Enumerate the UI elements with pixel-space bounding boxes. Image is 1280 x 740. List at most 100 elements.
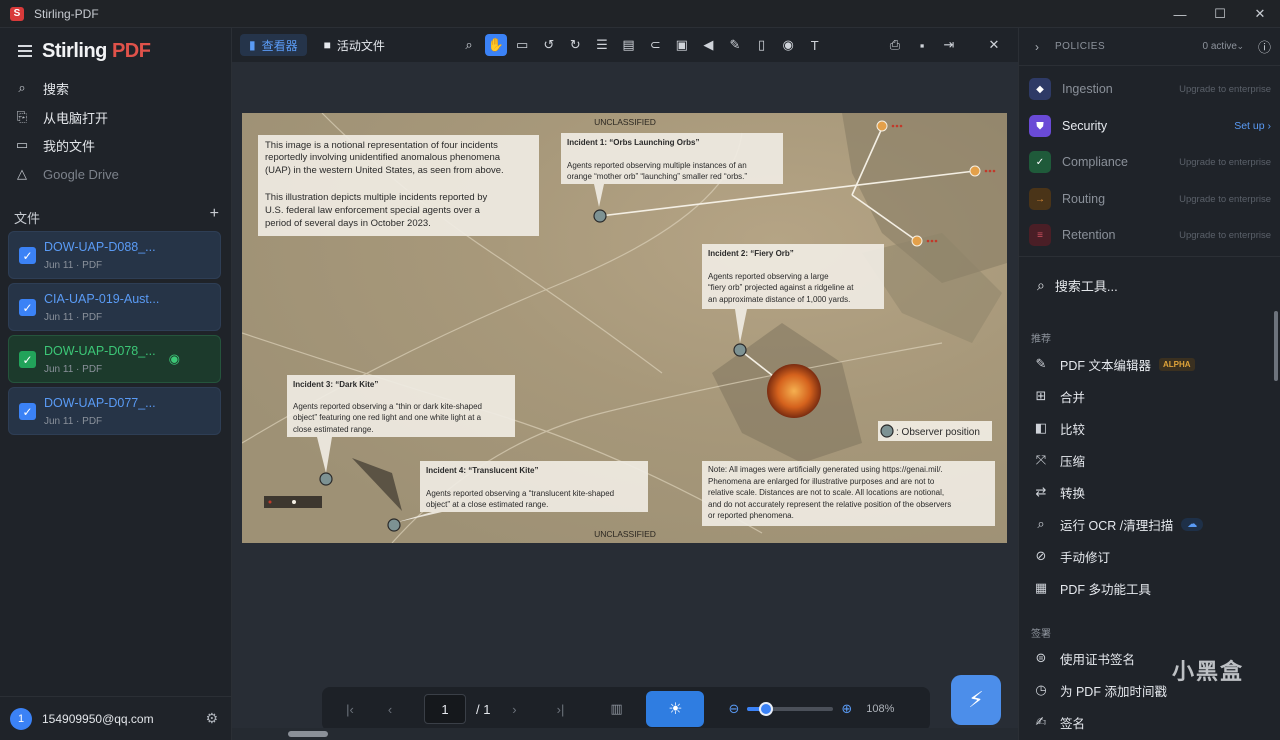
eye-icon[interactable]: ◉ — [777, 34, 799, 56]
tool-compress[interactable]: ⤧ 压缩 — [1033, 449, 1085, 471]
viewer-area: ▮ 查看器 ■ 活动文件 ⌕ ✋ ▭ ↺ ↻ ☰ ▤ ⊂ ▣ ◀ ✎ ▯ ◉ T ⎙… — [232, 28, 1018, 740]
nav-search[interactable]: ⌕ 搜索 — [14, 75, 219, 101]
policy-security[interactable]: ⛊ Security Set up › — [1029, 113, 1271, 139]
export-icon[interactable]: ⇥ — [938, 34, 960, 56]
columns-icon[interactable]: ▥ — [600, 701, 632, 717]
user-bar: 1 154909950@qq.com ⚙ — [0, 696, 232, 740]
tools-panel: › POLICIES 0 active ⌄ ⓘ ◆ Ingestion Upgrad… — [1018, 28, 1280, 740]
policies-header[interactable]: › POLICIES 0 active ⌄ ⓘ — [1019, 28, 1280, 66]
convert-icon: ⇄ — [1035, 484, 1047, 499]
menu-icon[interactable] — [18, 45, 32, 57]
tool-pdf-text-editor[interactable]: ✎ PDF 文本编辑器 ALPHA — [1033, 353, 1195, 375]
add-file-button[interactable]: + — [210, 206, 219, 227]
svg-text:reportedly involving unidentif: reportedly involving unidentified anomal… — [265, 152, 501, 163]
policy-ingestion[interactable]: ◆ Ingestion Upgrade to enterprise — [1029, 76, 1271, 102]
page-number-input[interactable]: 1 — [424, 694, 466, 724]
svg-text:Incident 1: “Orbs Launching Or: Incident 1: “Orbs Launching Orbs” — [567, 138, 699, 147]
tool-convert[interactable]: ⇄ 转换 — [1033, 481, 1085, 503]
pdf-page[interactable]: UNCLASSIFIED UNCLASSIFIED This image is … — [242, 113, 1007, 543]
nav-open-from-computer[interactable]: ⎘ 从电脑打开 — [14, 104, 219, 130]
policy-compliance[interactable]: ✓ Compliance Upgrade to enterprise — [1029, 149, 1271, 175]
tool-certificate-sign[interactable]: ⊜ 使用证书签名 — [1033, 647, 1135, 669]
chevron-right-icon[interactable]: › — [1035, 40, 1039, 54]
list-icon[interactable]: ☰ — [591, 34, 613, 56]
arrow-right-icon: → — [1029, 188, 1051, 210]
search-icon: ⌕ — [18, 80, 26, 95]
tool-sign[interactable]: ✍ 签名 — [1033, 711, 1085, 733]
file-lock-icon[interactable]: ▯ — [751, 34, 773, 56]
nav-my-files[interactable]: ▭ 我的文件 — [14, 132, 219, 158]
avatar[interactable]: 1 — [10, 707, 32, 730]
tab-active-files[interactable]: ■ 活动文件 — [315, 34, 394, 56]
info-icon[interactable]: ⓘ — [1258, 37, 1271, 56]
tool-manual-redact[interactable]: ⊘ 手动修订 — [1033, 545, 1110, 567]
check-circle-icon: ✓ — [1029, 151, 1051, 173]
last-page-icon[interactable]: ›| — [544, 702, 576, 717]
first-page-icon[interactable]: |‹ — [334, 702, 366, 717]
tool-ocr[interactable]: ⌕ 运行 OCR /清理扫描 ☁ — [1033, 513, 1204, 535]
rotate-right-icon[interactable]: ↻ — [564, 34, 586, 56]
svg-text:or reported phenomena.: or reported phenomena. — [708, 511, 794, 520]
file-checkbox[interactable]: ✓ — [19, 247, 36, 264]
svg-text:Incident 3: “Dark Kite”: Incident 3: “Dark Kite” — [293, 380, 378, 389]
attachment-icon[interactable]: ⊂ — [644, 34, 666, 56]
gear-icon[interactable]: ⚙ — [205, 710, 218, 727]
close-icon[interactable]: ✕ — [983, 34, 1005, 56]
file-checkbox[interactable]: ✓ — [19, 299, 36, 316]
close-window-button[interactable]: ✕ — [1240, 0, 1280, 28]
merge-icon: ⊞ — [1035, 388, 1047, 403]
file-name: DOW-UAP-D078_... — [44, 344, 156, 358]
chevron-down-icon[interactable]: ⌄ — [1236, 41, 1244, 52]
pen-icon[interactable]: ✎ — [724, 34, 746, 56]
ruler-icon[interactable]: ▭ — [511, 34, 533, 56]
maximize-button[interactable]: ☐ — [1200, 0, 1240, 28]
next-page-icon[interactable]: › — [498, 702, 530, 717]
file-card[interactable]: ✓ DOW-UAP-D088_... Jun 11 · PDF — [8, 231, 221, 279]
print-icon[interactable]: ⎙ — [884, 34, 906, 56]
speaker-icon[interactable]: ◀ — [697, 34, 719, 56]
theme-toggle-button[interactable]: ☀ — [646, 691, 705, 727]
tool-add-timestamp[interactable]: ◷ 为 PDF 添加时间戳 — [1033, 679, 1167, 701]
zoom-in-icon[interactable]: ⊕ — [841, 701, 852, 717]
search-icon[interactable]: ⌕ — [458, 34, 480, 56]
quick-action-button[interactable]: ⚡ — [951, 675, 1001, 725]
rotate-left-icon[interactable]: ↺ — [538, 34, 560, 56]
nav-google-drive[interactable]: △ Google Drive — [14, 161, 219, 187]
certificate-icon: ⊜ — [1035, 650, 1047, 665]
zoom-slider[interactable] — [747, 702, 834, 716]
file-date: Jun 11 · PDF — [44, 260, 103, 271]
save-icon[interactable]: ▪ — [911, 34, 933, 56]
tab-viewer[interactable]: ▮ 查看器 — [240, 34, 307, 56]
tool-compare[interactable]: ◧ 比较 — [1033, 417, 1085, 439]
file-checkbox[interactable]: ✓ — [19, 403, 36, 420]
minimize-button[interactable]: — — [1160, 0, 1200, 28]
page-settings-icon[interactable]: ▤ — [618, 34, 640, 56]
horizontal-scrollbar[interactable] — [232, 728, 1018, 740]
policy-routing[interactable]: → Routing Upgrade to enterprise — [1029, 186, 1271, 212]
svg-text:This illustration depicts mult: This illustration depicts multiple incid… — [265, 192, 488, 203]
google-drive-icon: △ — [17, 166, 27, 181]
svg-text:Note: All images were artifici: Note: All images were artificially gener… — [708, 465, 943, 474]
svg-text:(UAP) in the western United St: (UAP) in the western United States, as s… — [265, 165, 504, 176]
file-date: Jun 11 · PDF — [44, 416, 103, 427]
file-card[interactable]: ✓ CIA-UAP-019-Aust... Jun 11 · PDF — [8, 283, 221, 331]
vertical-scrollbar[interactable] — [1274, 311, 1278, 381]
zoom-out-icon[interactable]: ⊖ — [728, 701, 739, 717]
zoom-slider-knob[interactable] — [759, 702, 774, 716]
security-setup-link[interactable]: Set up › — [1234, 120, 1271, 132]
prev-page-icon[interactable]: ‹ — [374, 702, 406, 717]
tool-multitool[interactable]: ▦ PDF 多功能工具 — [1033, 577, 1151, 599]
file-card[interactable]: ✓ DOW-UAP-D077_... Jun 11 · PDF — [8, 387, 221, 435]
policy-retention[interactable]: ≡ Retention Upgrade to enterprise — [1029, 222, 1271, 248]
comment-icon[interactable]: ▣ — [671, 34, 693, 56]
file-card-active[interactable]: ✓ DOW-UAP-D078_... Jun 11 · PDF ◉ — [8, 335, 221, 383]
category-recommended: 推荐 — [1031, 334, 1051, 345]
file-checkbox[interactable]: ✓ — [19, 351, 36, 368]
pan-icon[interactable]: ✋ — [484, 34, 507, 56]
svg-text:and do not accurately represen: and do not accurately represent the rela… — [708, 500, 951, 509]
layers-icon: ◆ — [1029, 78, 1051, 100]
search-tools-input[interactable]: ⌕ 搜索工具... — [1037, 276, 1118, 295]
eye-icon[interactable]: ◉ — [169, 351, 180, 367]
tool-merge[interactable]: ⊞ 合并 — [1033, 385, 1085, 407]
text-size-icon[interactable]: T — [804, 34, 826, 56]
